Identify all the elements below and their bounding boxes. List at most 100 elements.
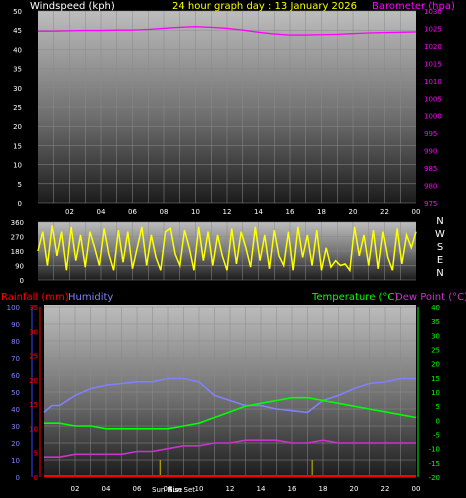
compass-label: N [436, 268, 443, 279]
temperature-tick-label: 0 [436, 417, 440, 425]
humidity-tick-label: 30 [11, 423, 20, 431]
x-tick-label: 14 [257, 485, 266, 493]
x-tick-label: 00 [412, 485, 421, 493]
humidity-tick-label: 60 [11, 372, 20, 380]
direction-tick-label: 360 [11, 219, 24, 227]
direction-tick-labels: 0 90 180 270 360 [11, 219, 24, 285]
windspeed-tick-label: 20 [13, 123, 22, 131]
windspeed-axis-title: Windspeed (kph) [30, 1, 115, 12]
rainfall-tick-label: 15 [29, 401, 38, 409]
rainfall-tick-label: 0 [34, 474, 38, 482]
dewpoint-axis-title: Dew Point (°C) [395, 292, 466, 303]
x-tick-label: 10 [191, 208, 200, 216]
x-tick-label: 04 [102, 485, 111, 493]
temperature-tick-label: -15 [429, 460, 440, 468]
barometer-tick-label: 980 [424, 183, 437, 191]
x-tick-label: 12 [226, 485, 235, 493]
x-tick-label: 18 [319, 485, 328, 493]
x-tick-label: 20 [349, 208, 358, 216]
humidity-axis-title: Humidity [68, 292, 113, 303]
humidity-tick-label: 90 [11, 321, 20, 329]
rainfall-tick-label: 20 [29, 377, 38, 385]
humidity-tick-label: 0 [16, 474, 20, 482]
x-tick-label: 18 [317, 208, 326, 216]
windspeed-tick-label: 40 [13, 46, 22, 54]
x-tick-label: 12 [223, 208, 232, 216]
x-tick-label: 06 [128, 208, 137, 216]
compass-label: S [437, 242, 443, 253]
temperature-tick-label: 20 [431, 361, 440, 369]
direction-tick-label: 90 [15, 263, 24, 271]
rainfall-tick-label: 10 [29, 425, 38, 433]
x-axis-tick-labels-bottom: 02 04 06 08 10 12 14 16 18 20 22 00 [71, 485, 421, 493]
direction-tick-label: 270 [11, 234, 24, 242]
windspeed-tick-label: 0 [18, 200, 22, 208]
windspeed-tick-label: 5 [18, 181, 22, 189]
direction-tick-label: 180 [11, 248, 24, 256]
barometer-tick-label: 1030 [424, 8, 442, 16]
humidity-tick-label: 50 [11, 389, 20, 397]
temperature-tick-label: -20 [429, 474, 440, 482]
windspeed-tick-label: 25 [13, 104, 22, 112]
x-tick-label: 16 [286, 208, 295, 216]
x-tick-label: 22 [380, 208, 389, 216]
temperature-tick-label: 35 [431, 318, 440, 326]
x-tick-label: 08 [160, 208, 169, 216]
barometer-tick-label: 975 [424, 200, 437, 208]
temperature-axis-title: Temperature (°C) [311, 292, 398, 303]
windspeed-tick-label: 50 [13, 8, 22, 16]
barometer-tick-label: 1020 [424, 43, 442, 51]
barometer-tick-labels: 975 980 985 990 995 1000 1005 1010 1015 1020 1025 1… [424, 8, 442, 208]
barometer-tick-label: 1010 [424, 78, 442, 86]
barometer-tick-label: 1025 [424, 25, 442, 33]
compass-labels: NWSEN [435, 216, 445, 279]
x-tick-label: 06 [133, 485, 142, 493]
temperature-tick-label: 40 [431, 304, 440, 312]
humidity-tick-label: 80 [11, 338, 20, 346]
x-tick-label: 02 [71, 485, 80, 493]
humidity-tick-label: 40 [11, 406, 20, 414]
rainfall-tick-label: 35 [29, 304, 38, 312]
x-tick-label: 16 [288, 485, 297, 493]
barometer-tick-label: 1015 [424, 60, 442, 68]
compass-label: N [436, 216, 443, 227]
barometer-tick-label: 985 [424, 165, 437, 173]
barometer-tick-label: 990 [424, 148, 437, 156]
humidity-tick-label: 100 [7, 304, 20, 312]
barometer-tick-label: 1005 [424, 95, 442, 103]
temperature-tick-label: -5 [433, 432, 440, 440]
chart-title: 24 hour graph day : 13 January 2026 [172, 1, 357, 12]
compass-label: E [437, 255, 443, 266]
compass-label: W [435, 229, 445, 240]
windspeed-tick-label: 15 [13, 142, 22, 150]
x-axis-tick-labels-top: 02 04 06 08 10 12 14 16 18 20 22 00 [65, 208, 420, 216]
barometer-tick-label: 995 [424, 130, 437, 138]
humidity-tick-label: 70 [11, 355, 20, 363]
humidity-tick-labels: 0 10 20 30 40 50 60 70 80 90 100 [7, 304, 20, 482]
direction-tick-label: 0 [20, 277, 24, 285]
windspeed-tick-label: 45 [13, 27, 22, 35]
windspeed-tick-label: 10 [13, 162, 22, 170]
rainfall-tick-label: 30 [29, 328, 38, 336]
x-tick-label: 04 [97, 208, 106, 216]
temperature-tick-label: -10 [429, 446, 440, 454]
windspeed-tick-label: 30 [13, 85, 22, 93]
temperature-tick-labels: -20 -15 -10 -5 0 5 10 15 20 25 30 35 40 [429, 304, 440, 482]
windspeed-tick-label: 35 [13, 66, 22, 74]
rainfall-tick-label: 5 [34, 450, 38, 458]
temperature-tick-label: 15 [431, 375, 440, 383]
temperature-tick-label: 30 [431, 332, 440, 340]
temperature-tick-label: 10 [431, 389, 440, 397]
sunset-label: Sun Set [168, 486, 195, 494]
rainfall-tick-labels: 0 5 10 15 20 25 30 35 [29, 304, 38, 482]
x-tick-label: 14 [254, 208, 263, 216]
windspeed-tick-labels: 0 5 10 15 20 25 30 35 40 45 50 [13, 8, 22, 208]
x-tick-label: 20 [350, 485, 359, 493]
weather-graph: Windspeed (kph) 24 hour graph day : 13 J… [1, 1, 466, 494]
barometer-tick-label: 1000 [424, 113, 442, 121]
rainfall-axis-title: Rainfall (mm) [1, 292, 69, 303]
x-tick-label: 22 [381, 485, 390, 493]
barometer-axis-title: Barometer (hpa) [372, 1, 455, 12]
x-tick-label: 00 [412, 208, 421, 216]
rainfall-tick-label: 25 [29, 353, 38, 361]
